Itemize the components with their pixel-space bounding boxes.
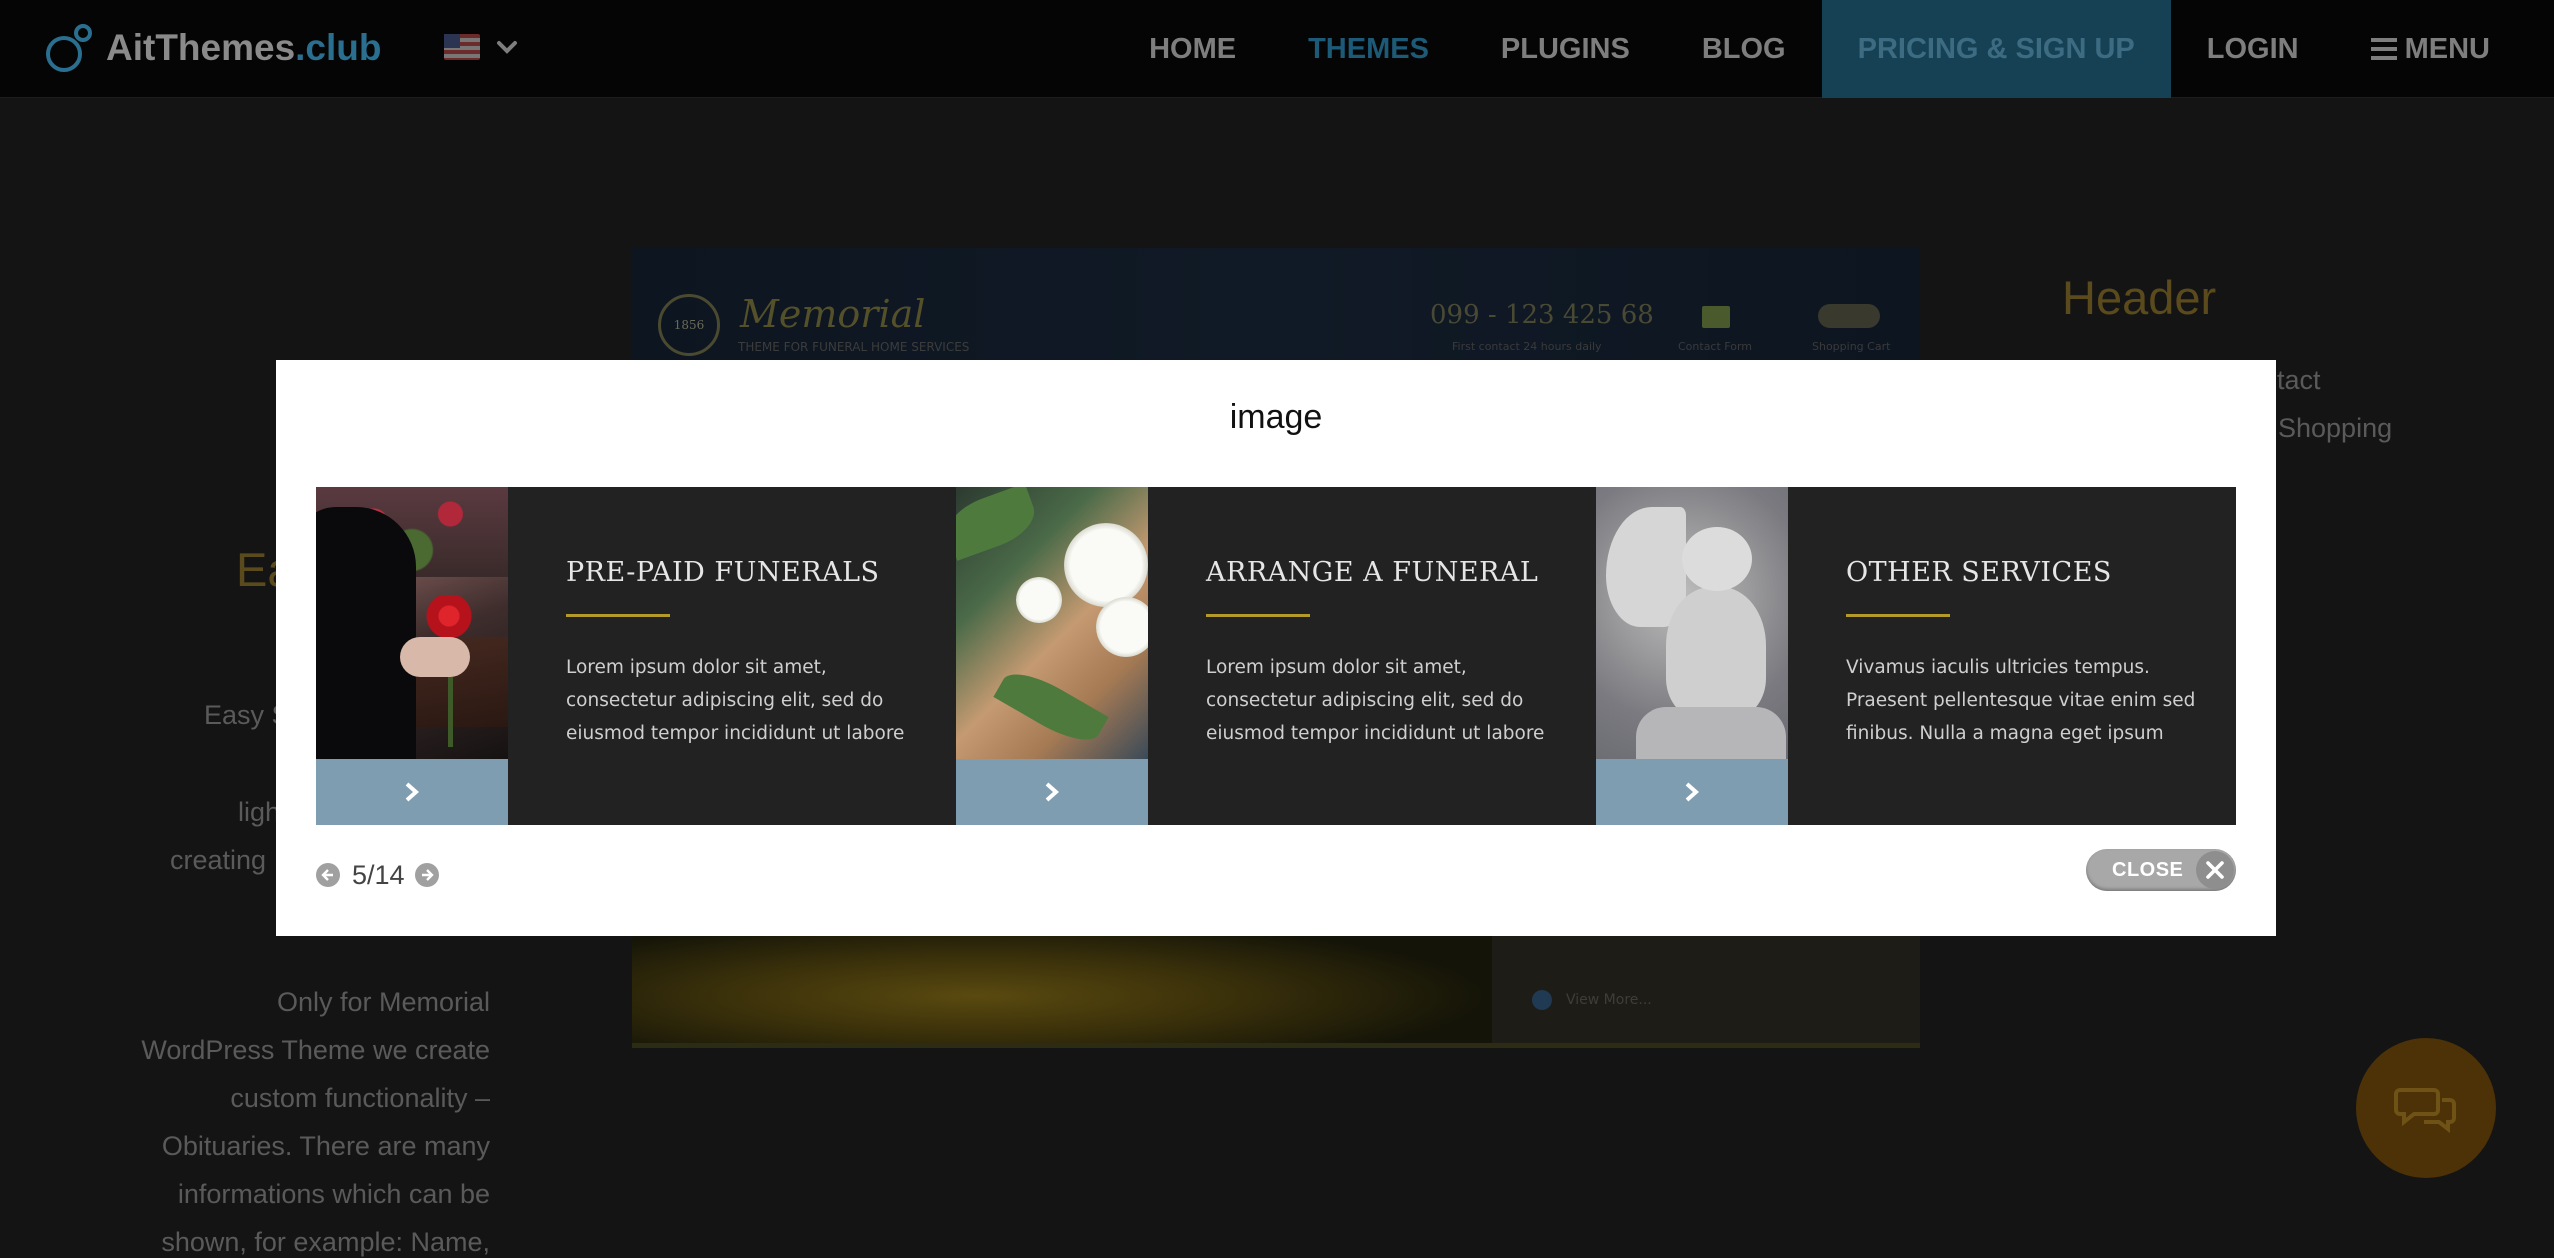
service-card-text: Lorem ipsum dolor sit amet, consectetur …	[1206, 657, 1545, 744]
close-label: CLOSE	[2112, 858, 2184, 881]
logo-name: AitThemes	[106, 27, 296, 68]
main-nav: HOME THEMES PLUGINS BLOG PRICING & SIGN …	[1113, 0, 2554, 98]
bg-cart-caption: Shopping Cart	[1812, 340, 1891, 353]
nav-menu-label: MENU	[2404, 32, 2490, 65]
language-switcher[interactable]	[444, 34, 520, 60]
rose-photo	[316, 487, 508, 759]
service-card-button[interactable]	[1596, 759, 1788, 825]
gold-divider	[1206, 614, 1310, 617]
nav-login[interactable]: LOGIN	[2171, 0, 2335, 98]
service-card: PRE-PAID FUNERALS Lorem ipsum dolor sit …	[316, 487, 956, 825]
service-card-body: ARRANGE A FUNERAL Lorem ipsum dolor sit …	[1148, 487, 1596, 825]
lily-photo	[956, 487, 1148, 759]
hamburger-icon	[2370, 38, 2397, 60]
service-card: ARRANGE A FUNERAL Lorem ipsum dolor sit …	[956, 487, 1596, 825]
logo-tld: .club	[295, 27, 382, 68]
mail-icon	[1702, 306, 1730, 328]
service-card-title: ARRANGE A FUNERAL	[1206, 557, 1539, 588]
cart-icon	[1818, 304, 1880, 328]
chevron-right-icon	[1685, 782, 1700, 802]
nav-pricing-signup[interactable]: PRICING & SIGN UP	[1821, 0, 2171, 98]
lightbox-counter: 5/14	[352, 859, 405, 890]
lightbox-pager: 5/14	[316, 858, 439, 892]
close-x-icon	[2196, 851, 2234, 889]
nav-menu[interactable]: MENU	[2335, 0, 2554, 98]
service-card-text: Lorem ipsum dolor sit amet, consectetur …	[566, 657, 905, 744]
bg-view-more: View More...	[1532, 990, 1652, 1010]
lightbox-title: image	[1229, 398, 1323, 436]
bg-panel	[1492, 918, 1920, 1048]
bg-phone-caption: First contact 24 hours daily	[1452, 340, 1602, 353]
us-flag-icon	[444, 34, 480, 60]
bg-contact-caption: Contact Form	[1678, 340, 1753, 353]
image-lightbox: image PRE-PAID FUNERALS Lorem ipsum dolo…	[276, 360, 2276, 936]
bg-brand-tagline: THEME FOR FUNERAL HOME SERVICES	[738, 340, 970, 354]
service-card-title: OTHER SERVICES	[1846, 557, 2112, 588]
bg-brand-name: Memorial	[740, 292, 926, 336]
chevron-down-icon	[497, 41, 517, 54]
lightbox-close-button[interactable]: CLOSE	[2086, 849, 2236, 891]
logo-mark-icon	[44, 22, 96, 74]
site-logo[interactable]: AitThemes.club	[44, 22, 382, 74]
bg-obituaries-paragraph: Only for Memorial WordPress Theme we cre…	[141, 987, 490, 1257]
bg-sidebar-heading: Header	[2062, 271, 2217, 324]
bg-flowers-image	[632, 918, 1492, 1048]
bg-feature-text-line: creating	[170, 845, 267, 875]
service-card-button[interactable]	[956, 759, 1148, 825]
service-card-text: Vivamus iaculis ultricies tempus. Praese…	[1846, 657, 2196, 744]
bg-preview-rule	[632, 1043, 1920, 1048]
logo-text: AitThemes.club	[106, 27, 382, 69]
nav-home[interactable]: HOME	[1113, 0, 1272, 98]
service-card-button[interactable]	[316, 759, 508, 825]
nav-plugins[interactable]: PLUGINS	[1465, 0, 1666, 98]
chat-glyph-icon	[2394, 1088, 2456, 1134]
bg-phone: 099 - 123 425 68	[1430, 300, 1654, 330]
lightbox-image: PRE-PAID FUNERALS Lorem ipsum dolor sit …	[316, 487, 2236, 825]
service-card-body: PRE-PAID FUNERALS Lorem ipsum dolor sit …	[508, 487, 956, 825]
chevron-right-icon	[1045, 782, 1060, 802]
chat-bubbles-icon[interactable]	[2356, 1038, 2496, 1178]
service-card-media	[316, 487, 508, 825]
nav-themes[interactable]: THEMES	[1272, 0, 1465, 98]
service-card-title: PRE-PAID FUNERALS	[566, 557, 880, 588]
bg-sidebar-item: Shopping	[2278, 413, 2393, 443]
arrow-left-circle-icon[interactable]	[316, 863, 340, 887]
bg-view-more-label: View More...	[1566, 992, 1652, 1008]
arrow-right-circle-icon[interactable]	[414, 863, 439, 887]
service-card: OTHER SERVICES Vivamus iaculis ultricies…	[1596, 487, 2236, 825]
nav-blog[interactable]: BLOG	[1666, 0, 1822, 98]
cherub-photo	[1596, 487, 1788, 759]
gold-divider	[1846, 614, 1950, 617]
gold-divider	[566, 614, 670, 617]
service-card-body: OTHER SERVICES Vivamus iaculis ultricies…	[1788, 487, 2236, 825]
plus-circle-icon	[1532, 990, 1552, 1010]
top-navigation-bar: AitThemes.club HOME THEMES PLUGINS BLOG …	[0, 0, 2554, 98]
bg-feature-text-line: ligh	[238, 797, 281, 827]
chevron-right-icon	[405, 782, 420, 802]
service-card-media	[1596, 487, 1788, 825]
service-card-media	[956, 487, 1148, 825]
bg-emblem: 1856	[658, 294, 720, 356]
